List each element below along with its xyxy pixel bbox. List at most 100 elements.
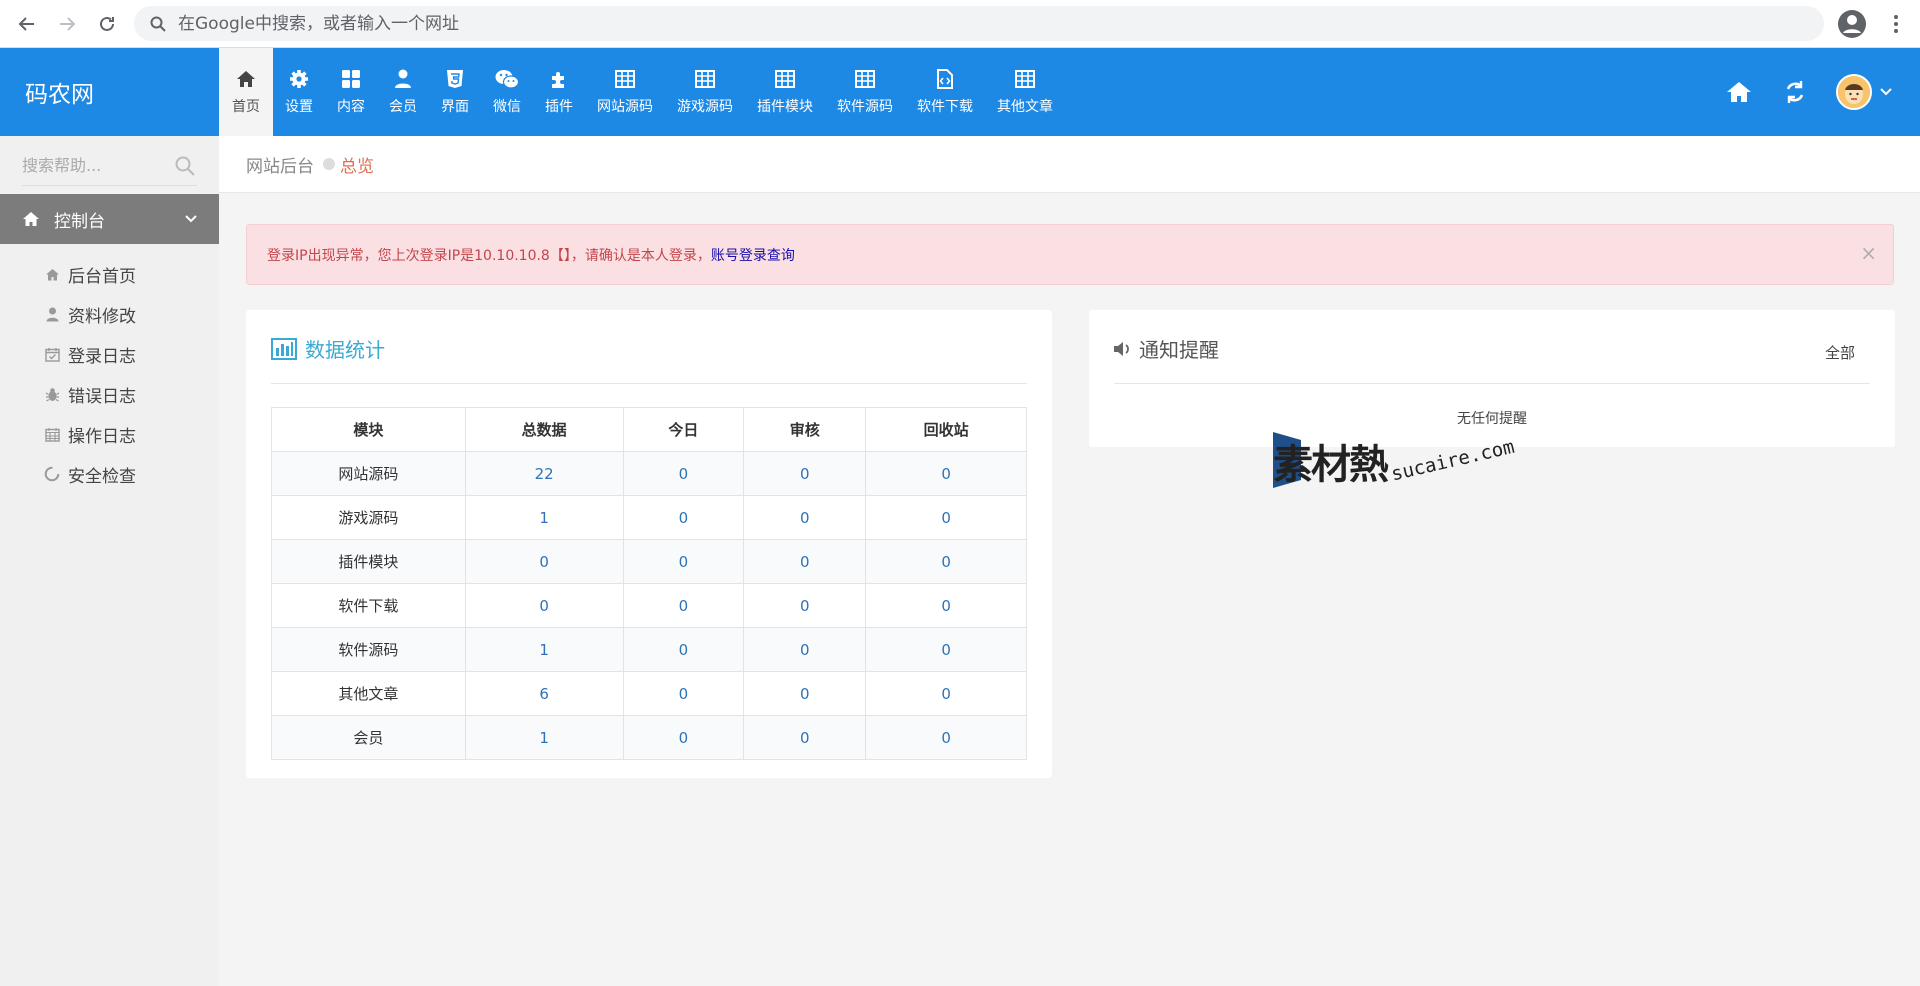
top-nav: 首页 设置 内容 会员 界面 微信 插件 网站源码 游戏源码 插件模块 软件源码…	[219, 48, 1065, 136]
sidebar-item-label: 资料修改	[68, 306, 136, 327]
table-cell: 0	[865, 451, 1027, 496]
table-cell: 0	[865, 627, 1027, 672]
breadcrumb-current: 总览	[340, 156, 374, 177]
table-row: 插件模块 0 0 0 0	[271, 539, 1027, 584]
gear-icon	[289, 68, 309, 90]
table-cell: 22	[464, 451, 624, 496]
home-icon	[23, 212, 39, 226]
table-row: 网站源码 22 0 0 0	[271, 451, 1027, 496]
topnav-item-plugin-modules[interactable]: 插件模块	[745, 48, 825, 136]
topnav-item-settings[interactable]: 设置	[273, 48, 325, 136]
divider	[1114, 383, 1870, 384]
topnav-item-other-articles[interactable]: 其他文章	[985, 48, 1065, 136]
topnav-item-members[interactable]: 会员	[377, 48, 429, 136]
divider	[271, 383, 1027, 384]
sidebar-item-label: 错误日志	[68, 386, 136, 407]
sidebar-item-label: 操作日志	[68, 426, 136, 447]
topnav-label: 插件	[545, 99, 573, 115]
back-button[interactable]	[11, 8, 43, 40]
omnibox[interactable]	[134, 6, 1824, 41]
user-icon	[394, 68, 412, 90]
home-button[interactable]	[1724, 77, 1754, 107]
table-cell: 0	[865, 495, 1027, 540]
login-query-link[interactable]: 账号登录查询	[711, 245, 795, 265]
table-cell: 0	[865, 539, 1027, 584]
brand-logo[interactable]: 码农网	[0, 48, 219, 136]
table-cell: 0	[622, 627, 745, 672]
omnibox-input[interactable]	[178, 13, 1678, 34]
breadcrumb-separator	[323, 158, 335, 170]
table-cell: 0	[743, 495, 867, 540]
account-circle-icon	[1838, 10, 1866, 38]
volume-icon	[1113, 341, 1131, 357]
browser-menu-button[interactable]	[1880, 8, 1912, 40]
table-row: 游戏源码 1 0 0 0	[271, 495, 1027, 540]
table-cell: 软件源码	[271, 627, 466, 672]
forward-button[interactable]	[51, 8, 83, 40]
topnav-label: 设置	[285, 99, 313, 115]
alert-message: 登录IP出现异常，您上次登录IP是10.10.10.8【】，请确认是本人登录，	[267, 247, 711, 264]
reload-button[interactable]	[91, 8, 123, 40]
calendar-icon	[44, 426, 60, 442]
menu-dot-icon	[1894, 15, 1898, 19]
watermark: 素材熱 sucaire.com	[1273, 432, 1533, 492]
topnav-item-site-source[interactable]: 网站源码	[585, 48, 665, 136]
topnav-item-interface[interactable]: 界面	[429, 48, 481, 136]
table-cell: 1	[464, 627, 624, 672]
table-cell: 6	[464, 671, 624, 716]
profile-button[interactable]	[1836, 8, 1868, 40]
notice-all-link[interactable]: 全部	[1825, 342, 1855, 363]
sidebar-item-login-log[interactable]: 登录日志	[0, 334, 219, 374]
calendar-check-icon	[44, 346, 60, 362]
watermark-cn-text: 素材熱	[1273, 442, 1389, 488]
table-cell: 0	[622, 715, 745, 760]
stats-title-text: 数据统计	[305, 338, 385, 362]
topnav-item-content[interactable]: 内容	[325, 48, 377, 136]
sidebar-item-operation-log[interactable]: 操作日志	[0, 414, 219, 454]
sidebar-item-label: 安全检查	[68, 466, 136, 487]
sidebar-search-input[interactable]	[22, 156, 167, 175]
chevron-down-icon	[1880, 88, 1892, 96]
topnav-label: 会员	[389, 99, 417, 115]
table-header-cell: 总数据	[464, 407, 624, 452]
sidebar-item-profile[interactable]: 资料修改	[0, 294, 219, 334]
table-row: 其他文章 6 0 0 0	[271, 671, 1027, 716]
table-row: 软件下载 0 0 0 0	[271, 583, 1027, 628]
topnav-item-software-source[interactable]: 软件源码	[825, 48, 905, 136]
close-icon[interactable]: ×	[1860, 241, 1877, 265]
topnav-item-plugins[interactable]: 插件	[533, 48, 585, 136]
table-icon	[695, 68, 715, 90]
sidebar: 控制台 后台首页 资料修改 登录日志 错误日志 操作日志 安全检查	[0, 136, 219, 986]
arrow-left-icon	[18, 17, 34, 31]
topnav-item-home[interactable]: 首页	[219, 48, 273, 136]
topnav-item-software-download[interactable]: 软件下载	[905, 48, 985, 136]
puzzle-icon	[549, 68, 569, 90]
sidebar-section-console[interactable]: 控制台	[0, 194, 219, 244]
sidebar-search[interactable]	[22, 146, 197, 186]
topnav-item-game-source[interactable]: 游戏源码	[665, 48, 745, 136]
table-header-cell: 审核	[743, 407, 867, 452]
table-cell: 0	[743, 451, 867, 496]
html5-icon	[446, 68, 464, 90]
sidebar-item-security-check[interactable]: 安全检查	[0, 454, 219, 494]
table-cell: 0	[865, 671, 1027, 716]
grid-icon	[341, 68, 361, 90]
arrow-right-icon	[60, 17, 76, 31]
topnav-label: 其他文章	[997, 99, 1053, 115]
menu-dot-icon	[1894, 29, 1898, 33]
notice-empty-text: 无任何提醒	[1457, 411, 1527, 427]
bug-icon	[44, 386, 60, 402]
table-cell: 0	[464, 539, 624, 584]
sidebar-item-dashboard[interactable]: 后台首页	[0, 254, 219, 294]
user-menu[interactable]	[1836, 74, 1892, 110]
notice-panel-title: 通知提醒	[1113, 334, 1219, 363]
breadcrumb-root[interactable]: 网站后台	[246, 152, 314, 177]
sidebar-section-label: 控制台	[54, 211, 105, 232]
spinner-icon	[44, 466, 60, 482]
topnav-item-wechat[interactable]: 微信	[481, 48, 533, 136]
chevron-down-icon	[185, 215, 197, 223]
sidebar-item-error-log[interactable]: 错误日志	[0, 374, 219, 414]
table-row: 会员 1 0 0 0	[271, 715, 1027, 760]
file-code-icon	[936, 68, 954, 90]
refresh-button[interactable]	[1780, 77, 1810, 107]
